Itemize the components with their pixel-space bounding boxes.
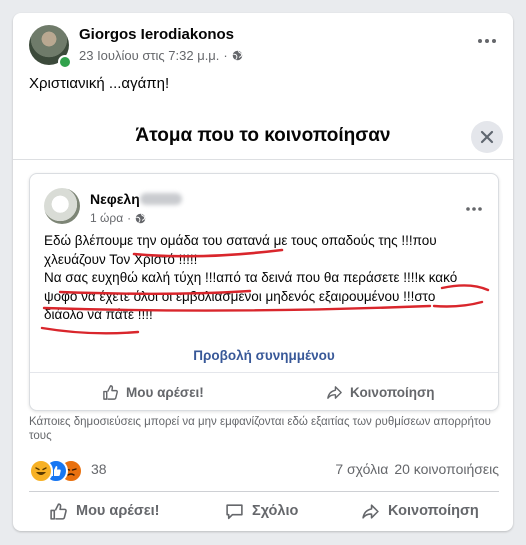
online-status-dot [58,55,72,69]
shared-post-text: Εδώ βλέπουμε την ομάδα του σατανά με του… [44,232,484,325]
shared-share-label: Κοινοποίηση [350,384,435,400]
sharer-name[interactable]: Νεφελη [90,191,140,207]
reaction-icons[interactable] [29,459,89,483]
redacted-surname [140,193,182,205]
shared-post-time[interactable]: 1 ώρα [90,211,123,225]
text-line: ψοφο να έχετε όλοι οι εμβολιασμενοι μηδε… [44,288,436,304]
thumbs-up-icon [103,384,118,400]
privacy-notice: Κάποιες δημοσιεύσεις μπορεί να μην εμφαν… [29,416,491,442]
text-line: χλευάζουν Τον Χριστό !!!!! [44,251,198,267]
post-caption: Χριστιανική ...αγάπη! [29,75,170,92]
author-name[interactable]: Giorgos Ierodiakonos [79,26,234,43]
haha-reaction-icon [29,459,53,483]
shared-like-label: Μου αρέσει! [126,384,204,400]
shared-post-actions: Μου αρέσει! Κοινοποίηση [30,372,498,411]
globe-icon [135,213,146,223]
post-meta: 23 Ιουλίου στις 7:32 μ.μ. · [79,48,243,63]
close-icon [480,130,494,144]
shared-post-card: Νεφελη 1 ώρα · Εδώ βλέπουμε την ομάδα το… [29,173,499,411]
share-arrow-icon [327,385,342,399]
like-label: Μου αρέσει! [76,503,160,519]
comment-count[interactable]: 7 σχόλια [335,461,388,477]
post-card: Giorgos Ierodiakonos 23 Ιουλίου στις 7:3… [13,13,513,531]
share-arrow-icon [362,503,379,519]
like-button[interactable]: Μου αρέσει! [49,492,160,530]
text-line: διάολο να πάτε !!!! [44,307,153,322]
share-dialog-title: Άτομα που το κοινοποίησαν [13,113,513,160]
reactions-summary: 38 7 σχόλια 20 κοινοποιήσεις [29,459,499,483]
reaction-count[interactable]: 38 [91,461,107,477]
shared-share-button[interactable]: Κοινοποίηση [326,373,435,411]
more-options-icon[interactable] [475,33,499,49]
comment-label: Σχόλιο [252,503,299,519]
globe-icon [232,50,243,61]
sharer-avatar[interactable] [44,188,80,224]
text-line: Εδώ βλέπουμε την ομάδα του σατανά με του… [44,233,437,248]
post-header: Giorgos Ierodiakonos 23 Ιουλίου στις 7:3… [13,13,513,73]
share-label: Κοινοποίηση [388,503,479,519]
meta-separator: · [223,48,228,63]
comment-icon [226,503,243,519]
view-attachment-link[interactable]: Προβολή συνημμένου [30,348,498,363]
engagement-stats: 7 σχόλια 20 κοινοποιήσεις [335,461,499,477]
post-timestamp[interactable]: 23 Ιουλίου στις 7:32 μ.μ. [79,48,219,63]
post-action-bar: Μου αρέσει! Σχόλιο Κοινοποίηση [29,491,499,530]
share-count[interactable]: 20 κοινοποιήσεις [394,461,499,477]
thumbs-up-icon [50,502,67,520]
text-line: Να σας ευχηθώ καλή τύχη !!!από τα δεινά … [44,270,458,285]
meta-separator: · [127,211,132,225]
share-button[interactable]: Κοινοποίηση [361,492,479,530]
more-options-icon[interactable] [464,202,484,216]
shared-post-meta: 1 ώρα · [90,211,146,225]
shared-like-button[interactable]: Μου αρέσει! [102,373,204,411]
close-button[interactable] [471,121,503,153]
comment-button[interactable]: Σχόλιο [225,492,298,530]
